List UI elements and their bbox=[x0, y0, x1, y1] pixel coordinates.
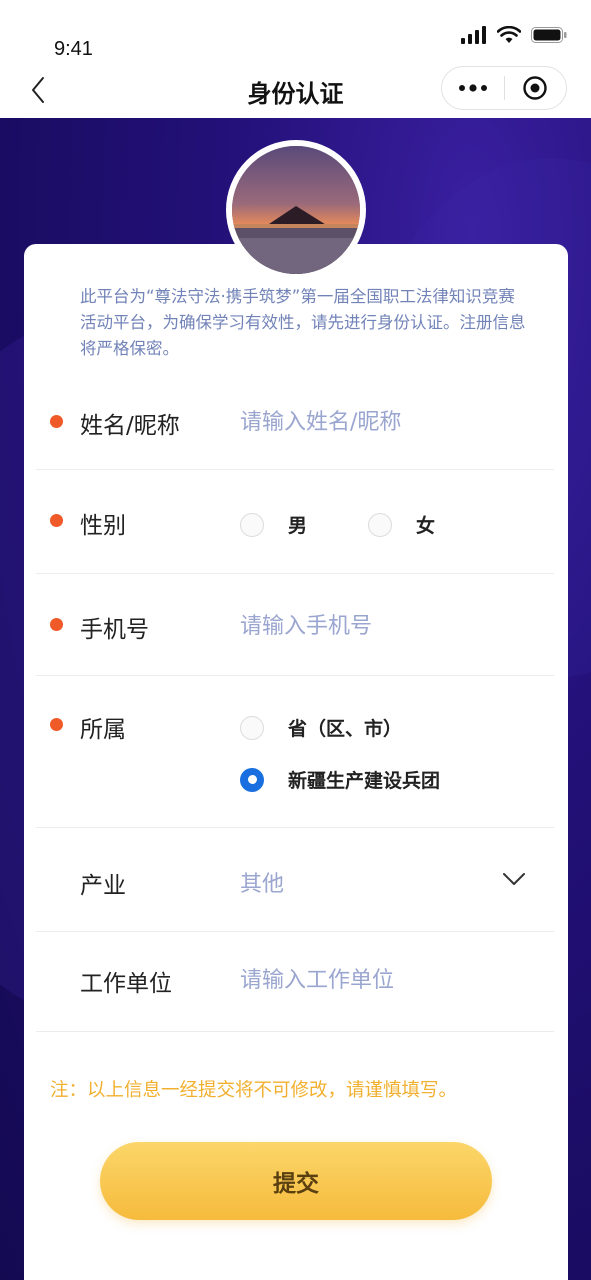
status-time: 9:41 bbox=[54, 38, 93, 60]
name-row: 姓名/昵称 bbox=[36, 380, 554, 470]
required-dot bbox=[50, 514, 63, 527]
industry-row[interactable]: 产业 其他 bbox=[36, 828, 554, 932]
more-dots-icon bbox=[458, 84, 487, 92]
avatar bbox=[226, 140, 366, 280]
phone-label: 手机号 bbox=[80, 617, 149, 643]
affiliation-option-province[interactable]: 省（区、市） bbox=[240, 714, 402, 741]
battery-icon bbox=[531, 27, 567, 43]
notice-text: 注：以上信息一经提交将不可修改，请谨慎填写。 bbox=[50, 1080, 458, 1101]
industry-label: 产业 bbox=[80, 873, 126, 899]
status-icons bbox=[461, 26, 567, 44]
mini-program-capsule bbox=[441, 66, 567, 110]
submit-label: 提交 bbox=[273, 1171, 319, 1197]
avatar-image bbox=[232, 146, 360, 274]
gender-row: 性别 男 女 bbox=[36, 470, 554, 574]
required-dot bbox=[50, 618, 63, 631]
required-dot bbox=[50, 415, 63, 428]
affiliation-province-label: 省（区、市） bbox=[288, 718, 403, 740]
target-circle-icon bbox=[523, 76, 547, 100]
more-button[interactable] bbox=[442, 67, 504, 109]
intro-text: 此平台为“尊法守法·携手筑梦”第一届全国职工法律知识竞赛活动平台，为确保学习有效… bbox=[80, 287, 526, 358]
affiliation-label: 所属 bbox=[80, 717, 126, 743]
page: 9:41 身份认证 此平台为“尊法守法·携手筑梦”第一届全国职工法律知识竞赛活动… bbox=[0, 0, 591, 1280]
name-label: 姓名/昵称 bbox=[80, 413, 180, 439]
name-input[interactable] bbox=[240, 404, 530, 440]
gender-label: 性别 bbox=[80, 513, 126, 539]
affiliation-option-xpcc[interactable]: 新疆生产建设兵团 bbox=[240, 766, 440, 793]
gender-female-label: 女 bbox=[416, 515, 436, 537]
radio-button[interactable] bbox=[240, 512, 264, 537]
gender-option-male[interactable]: 男 bbox=[240, 511, 307, 538]
phone-row: 手机号 bbox=[36, 574, 554, 676]
gender-male-label: 男 bbox=[288, 515, 308, 537]
workplace-input[interactable] bbox=[240, 962, 530, 998]
submit-button[interactable]: 提交 bbox=[100, 1142, 492, 1220]
radio-button[interactable] bbox=[240, 715, 264, 740]
nav-bar: 身份认证 bbox=[0, 64, 591, 118]
signal-icon bbox=[461, 26, 486, 44]
radio-button-checked[interactable] bbox=[240, 767, 264, 792]
workplace-row: 工作单位 bbox=[36, 932, 554, 1032]
required-dot bbox=[50, 718, 63, 731]
gender-option-female[interactable]: 女 bbox=[368, 511, 435, 538]
radio-button[interactable] bbox=[368, 512, 392, 537]
chevron-down-icon[interactable] bbox=[502, 872, 526, 886]
wifi-icon bbox=[497, 26, 521, 43]
affiliation-row: 所属 省（区、市） 新疆生产建设兵团 bbox=[36, 676, 554, 828]
affiliation-xpcc-label: 新疆生产建设兵团 bbox=[288, 770, 441, 792]
phone-input[interactable] bbox=[240, 608, 530, 644]
status-bar: 9:41 bbox=[0, 0, 591, 64]
close-button[interactable] bbox=[504, 67, 566, 109]
workplace-label: 工作单位 bbox=[80, 971, 172, 997]
industry-select-value[interactable]: 其他 bbox=[240, 866, 284, 898]
